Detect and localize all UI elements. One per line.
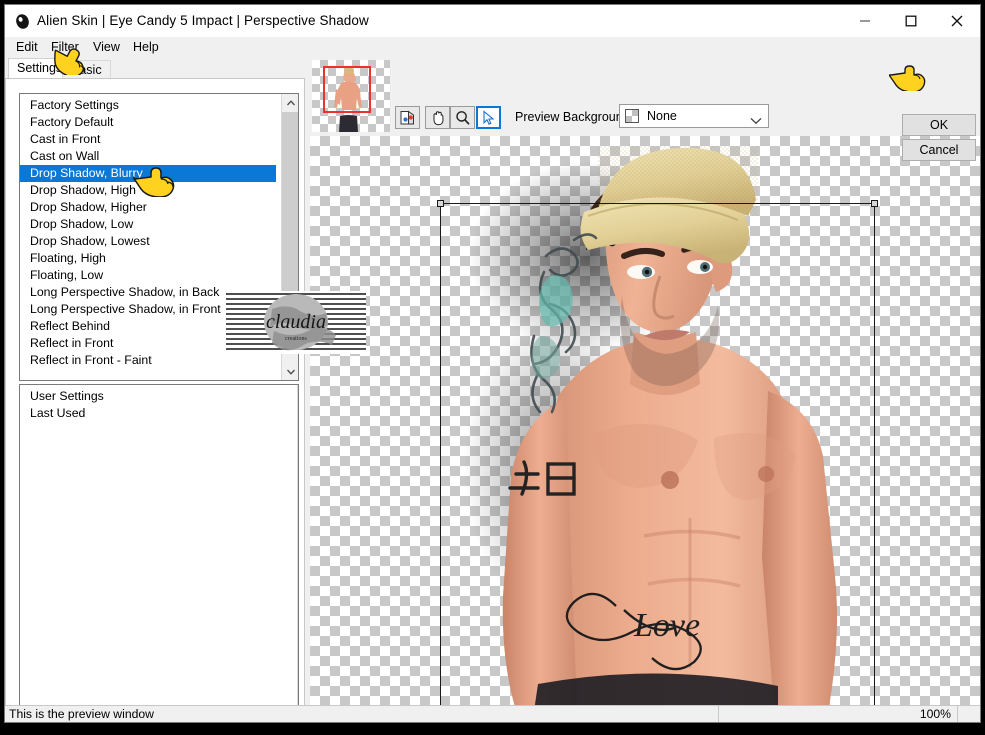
factory-list-scrollbar[interactable] — [281, 94, 298, 380]
menu-item-filter[interactable]: Filter — [46, 39, 84, 55]
ok-button[interactable]: OK — [902, 114, 976, 136]
scroll-up-icon[interactable] — [282, 94, 298, 111]
navigator-thumbnail[interactable] — [312, 60, 390, 132]
chevron-down-icon — [750, 112, 762, 130]
preview-background-select[interactable]: None — [619, 104, 769, 128]
list-item[interactable]: Cast on Wall — [20, 148, 298, 165]
list-item[interactable]: Reflect in Front - Faint — [20, 352, 298, 369]
factory-settings-list[interactable]: Factory Settings Factory Default Cast in… — [19, 93, 299, 381]
list-item[interactable]: User Settings — [20, 388, 298, 405]
scroll-down-icon[interactable] — [282, 363, 298, 380]
hand-pan-tool-icon[interactable] — [425, 106, 450, 129]
list-item[interactable]: Drop Shadow, High — [20, 182, 298, 199]
tab-strip: Settings Basic — [5, 57, 305, 79]
list-item[interactable]: Drop Shadow, Low — [20, 216, 298, 233]
menu-item-edit[interactable]: Edit — [11, 39, 43, 55]
status-divider — [957, 706, 958, 722]
preview-subject-image: Love — [463, 146, 837, 707]
list-item[interactable]: Floating, Low — [20, 267, 298, 284]
transparency-swatch-icon — [625, 109, 639, 123]
title-bar: Alien Skin | Eye Candy 5 Impact | Perspe… — [5, 5, 980, 37]
list-item-selected[interactable]: Drop Shadow, Blurry — [20, 165, 276, 182]
alienskin-logo-icon — [14, 13, 31, 30]
status-message: This is the preview window — [9, 707, 154, 721]
minimize-button[interactable] — [842, 5, 888, 36]
preview-background-value: None — [647, 109, 677, 123]
cancel-button[interactable]: Cancel — [902, 139, 976, 161]
list-item[interactable]: Reflect in Front — [20, 335, 298, 352]
user-settings-list[interactable]: User Settings Last Used — [19, 384, 299, 722]
preview-background-label: Preview Background: — [515, 110, 634, 124]
application-window: Alien Skin | Eye Candy 5 Impact | Perspe… — [4, 4, 981, 723]
list-item[interactable]: Last Used — [20, 405, 298, 422]
settings-panel: Factory Settings Factory Default Cast in… — [5, 78, 305, 722]
list-item[interactable]: Factory Settings — [20, 97, 298, 114]
list-item[interactable]: Long Perspective Shadow, in Back — [20, 284, 298, 301]
menu-item-view[interactable]: View — [88, 39, 125, 55]
window-title: Alien Skin | Eye Candy 5 Impact | Perspe… — [37, 13, 369, 28]
tab-basic[interactable]: Basic — [62, 60, 111, 79]
status-bar: This is the preview window 100% — [5, 705, 980, 722]
menu-item-help[interactable]: Help — [128, 39, 164, 55]
list-item[interactable]: Drop Shadow, Lowest — [20, 233, 298, 250]
image-settings-tool-icon[interactable] — [395, 106, 420, 129]
menu-bar: Edit Filter View Help — [5, 37, 980, 57]
preview-pane: Preview Background: None Love OK Cancel — [306, 57, 980, 707]
zoom-magnifier-tool-icon[interactable] — [450, 106, 475, 129]
user-list-scrollbar[interactable] — [297, 385, 298, 722]
navigator-viewport-rect[interactable] — [323, 66, 371, 113]
status-divider — [718, 706, 719, 722]
close-button[interactable] — [934, 5, 980, 36]
list-item[interactable]: Factory Default — [20, 114, 298, 131]
svg-text:Love: Love — [633, 607, 700, 644]
maximize-button[interactable] — [888, 5, 934, 36]
arrow-select-tool-icon[interactable] — [476, 106, 501, 129]
list-item[interactable]: Floating, High — [20, 250, 298, 267]
list-item[interactable]: Drop Shadow, Higher — [20, 199, 298, 216]
list-item[interactable]: Cast in Front — [20, 131, 298, 148]
zoom-level-label: 100% — [919, 707, 951, 721]
preview-canvas[interactable]: Love — [310, 136, 980, 707]
scrollbar-thumb[interactable] — [282, 112, 298, 329]
list-item[interactable]: Long Perspective Shadow, in Front — [20, 301, 298, 318]
list-item[interactable]: Reflect Behind — [20, 318, 298, 335]
